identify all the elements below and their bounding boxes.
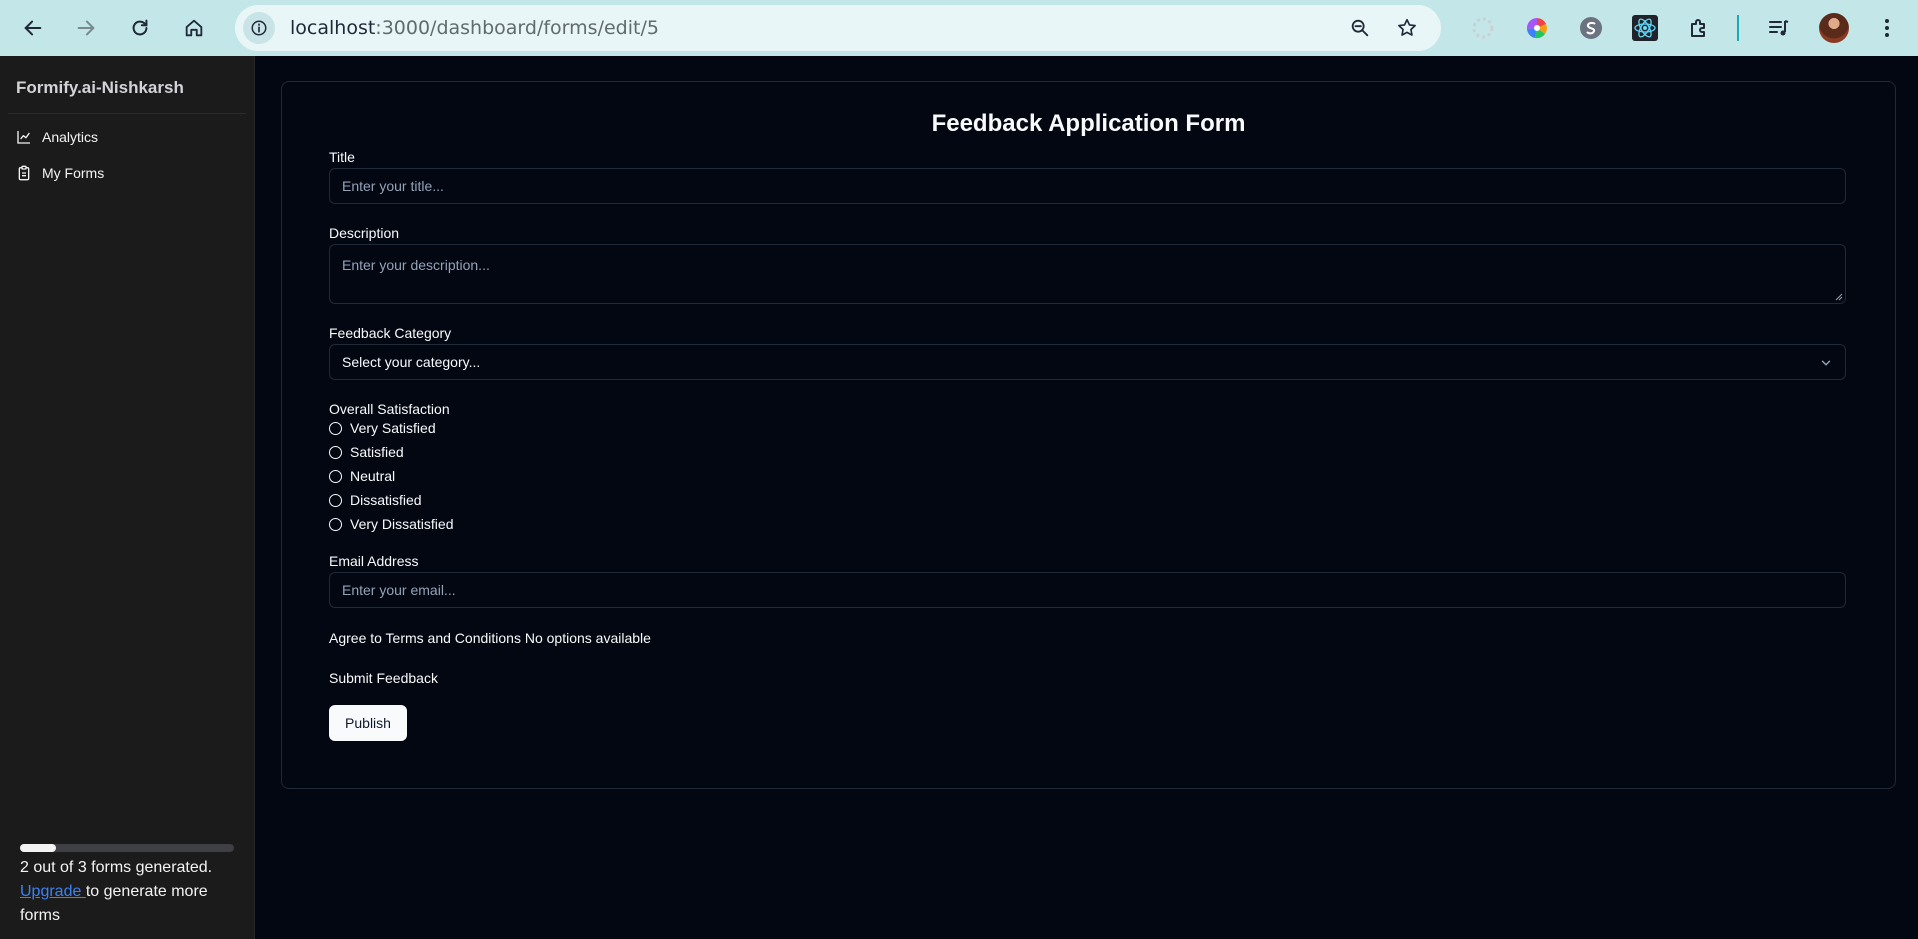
radio-label: Dissatisfied xyxy=(350,492,422,508)
usage-progress-fill xyxy=(20,844,56,852)
radio-button[interactable] xyxy=(329,445,342,459)
radio-label: Very Dissatisfied xyxy=(350,516,454,532)
url-text: localhost:3000/dashboard/forms/edit/5 xyxy=(290,17,659,39)
site-info-icon[interactable] xyxy=(243,12,275,44)
toolbar-separator xyxy=(1737,15,1739,41)
url-path: :3000/dashboard/forms/edit/5 xyxy=(375,17,659,39)
extensions-puzzle-icon[interactable] xyxy=(1685,14,1713,42)
home-icon xyxy=(185,19,203,37)
publish-button[interactable]: Publish xyxy=(329,705,407,741)
radio-option-satisfied[interactable]: Satisfied xyxy=(329,442,404,462)
satisfaction-label: Overall Satisfaction xyxy=(329,401,450,417)
bookmark-star-icon[interactable] xyxy=(1395,16,1419,40)
brand-title[interactable]: Formify.ai-Nishkarsh xyxy=(16,78,184,98)
form-title: Feedback Application Form xyxy=(931,110,1246,137)
radio-button[interactable] xyxy=(329,421,342,435)
email-label: Email Address xyxy=(329,553,419,569)
form-card: Feedback Application Form Title Enter yo… xyxy=(281,81,1896,789)
usage-count-text: 2 out of 3 forms generated. xyxy=(20,859,213,876)
extension-s-icon[interactable] xyxy=(1577,14,1605,42)
title-input[interactable]: Enter your title... xyxy=(329,168,1846,204)
arrow-left-icon xyxy=(24,20,42,36)
sidebar-item-my-forms[interactable]: My Forms xyxy=(16,161,104,185)
radio-label: Very Satisfied xyxy=(350,420,436,436)
back-button[interactable] xyxy=(15,10,51,46)
radio-button[interactable] xyxy=(329,517,342,531)
terms-text: Agree to Terms and Conditions No options… xyxy=(329,630,651,646)
title-placeholder: Enter your title... xyxy=(342,178,444,194)
email-input[interactable]: Enter your email... xyxy=(329,572,1846,608)
extension-loader-icon[interactable] xyxy=(1469,14,1497,42)
forward-button[interactable] xyxy=(68,10,104,46)
usage-text: 2 out of 3 forms generated. Upgrade to g… xyxy=(20,856,234,928)
address-bar[interactable]: localhost:3000/dashboard/forms/edit/5 xyxy=(235,5,1441,51)
description-label: Description xyxy=(329,225,400,241)
usage-progress-bar xyxy=(20,844,234,852)
sidebar-item-label: Analytics xyxy=(42,129,99,145)
radio-option-very-satisfied[interactable]: Very Satisfied xyxy=(329,418,436,438)
url-host: localhost xyxy=(290,17,376,39)
title-label: Title xyxy=(329,149,355,165)
description-placeholder: Enter your description... xyxy=(342,257,490,273)
line-chart-icon xyxy=(17,131,30,144)
profile-avatar[interactable] xyxy=(1819,13,1849,43)
browser-menu-icon[interactable] xyxy=(1873,14,1901,42)
upgrade-link[interactable]: Upgrade xyxy=(20,883,86,900)
chevron-down-icon xyxy=(1821,360,1831,366)
media-playlist-icon[interactable] xyxy=(1765,14,1793,42)
sidebar: Formify.ai-Nishkarsh Analytics My Forms … xyxy=(0,56,255,939)
sidebar-item-label: My Forms xyxy=(42,165,105,181)
email-placeholder: Enter your email... xyxy=(342,582,456,598)
radio-option-neutral[interactable]: Neutral xyxy=(329,466,395,486)
reload-button[interactable] xyxy=(122,10,158,46)
radio-button[interactable] xyxy=(329,469,342,483)
radio-label: Satisfied xyxy=(350,444,404,460)
radio-button[interactable] xyxy=(329,493,342,507)
clipboard-icon xyxy=(18,165,30,181)
zoom-icon[interactable] xyxy=(1348,16,1372,40)
category-label: Feedback Category xyxy=(329,325,452,341)
radio-option-very-dissatisfied[interactable]: Very Dissatisfied xyxy=(329,514,453,534)
resize-handle-icon[interactable] xyxy=(1835,293,1843,301)
reload-icon xyxy=(132,19,148,36)
submit-feedback-text: Submit Feedback xyxy=(329,670,438,686)
category-select[interactable]: Select your category... xyxy=(329,344,1846,380)
react-devtools-icon[interactable] xyxy=(1631,14,1659,42)
browser-toolbar: localhost:3000/dashboard/forms/edit/5 xyxy=(0,0,1918,56)
color-picker-extension-icon[interactable] xyxy=(1523,14,1551,42)
arrow-right-icon xyxy=(77,20,95,36)
home-button[interactable] xyxy=(176,10,212,46)
description-textarea[interactable]: Enter your description... xyxy=(329,244,1846,304)
sidebar-item-analytics[interactable]: Analytics xyxy=(16,125,98,149)
sidebar-divider xyxy=(8,113,246,114)
category-selected-value: Select your category... xyxy=(342,354,481,370)
radio-label: Neutral xyxy=(350,468,396,484)
radio-option-dissatisfied[interactable]: Dissatisfied xyxy=(329,490,422,510)
